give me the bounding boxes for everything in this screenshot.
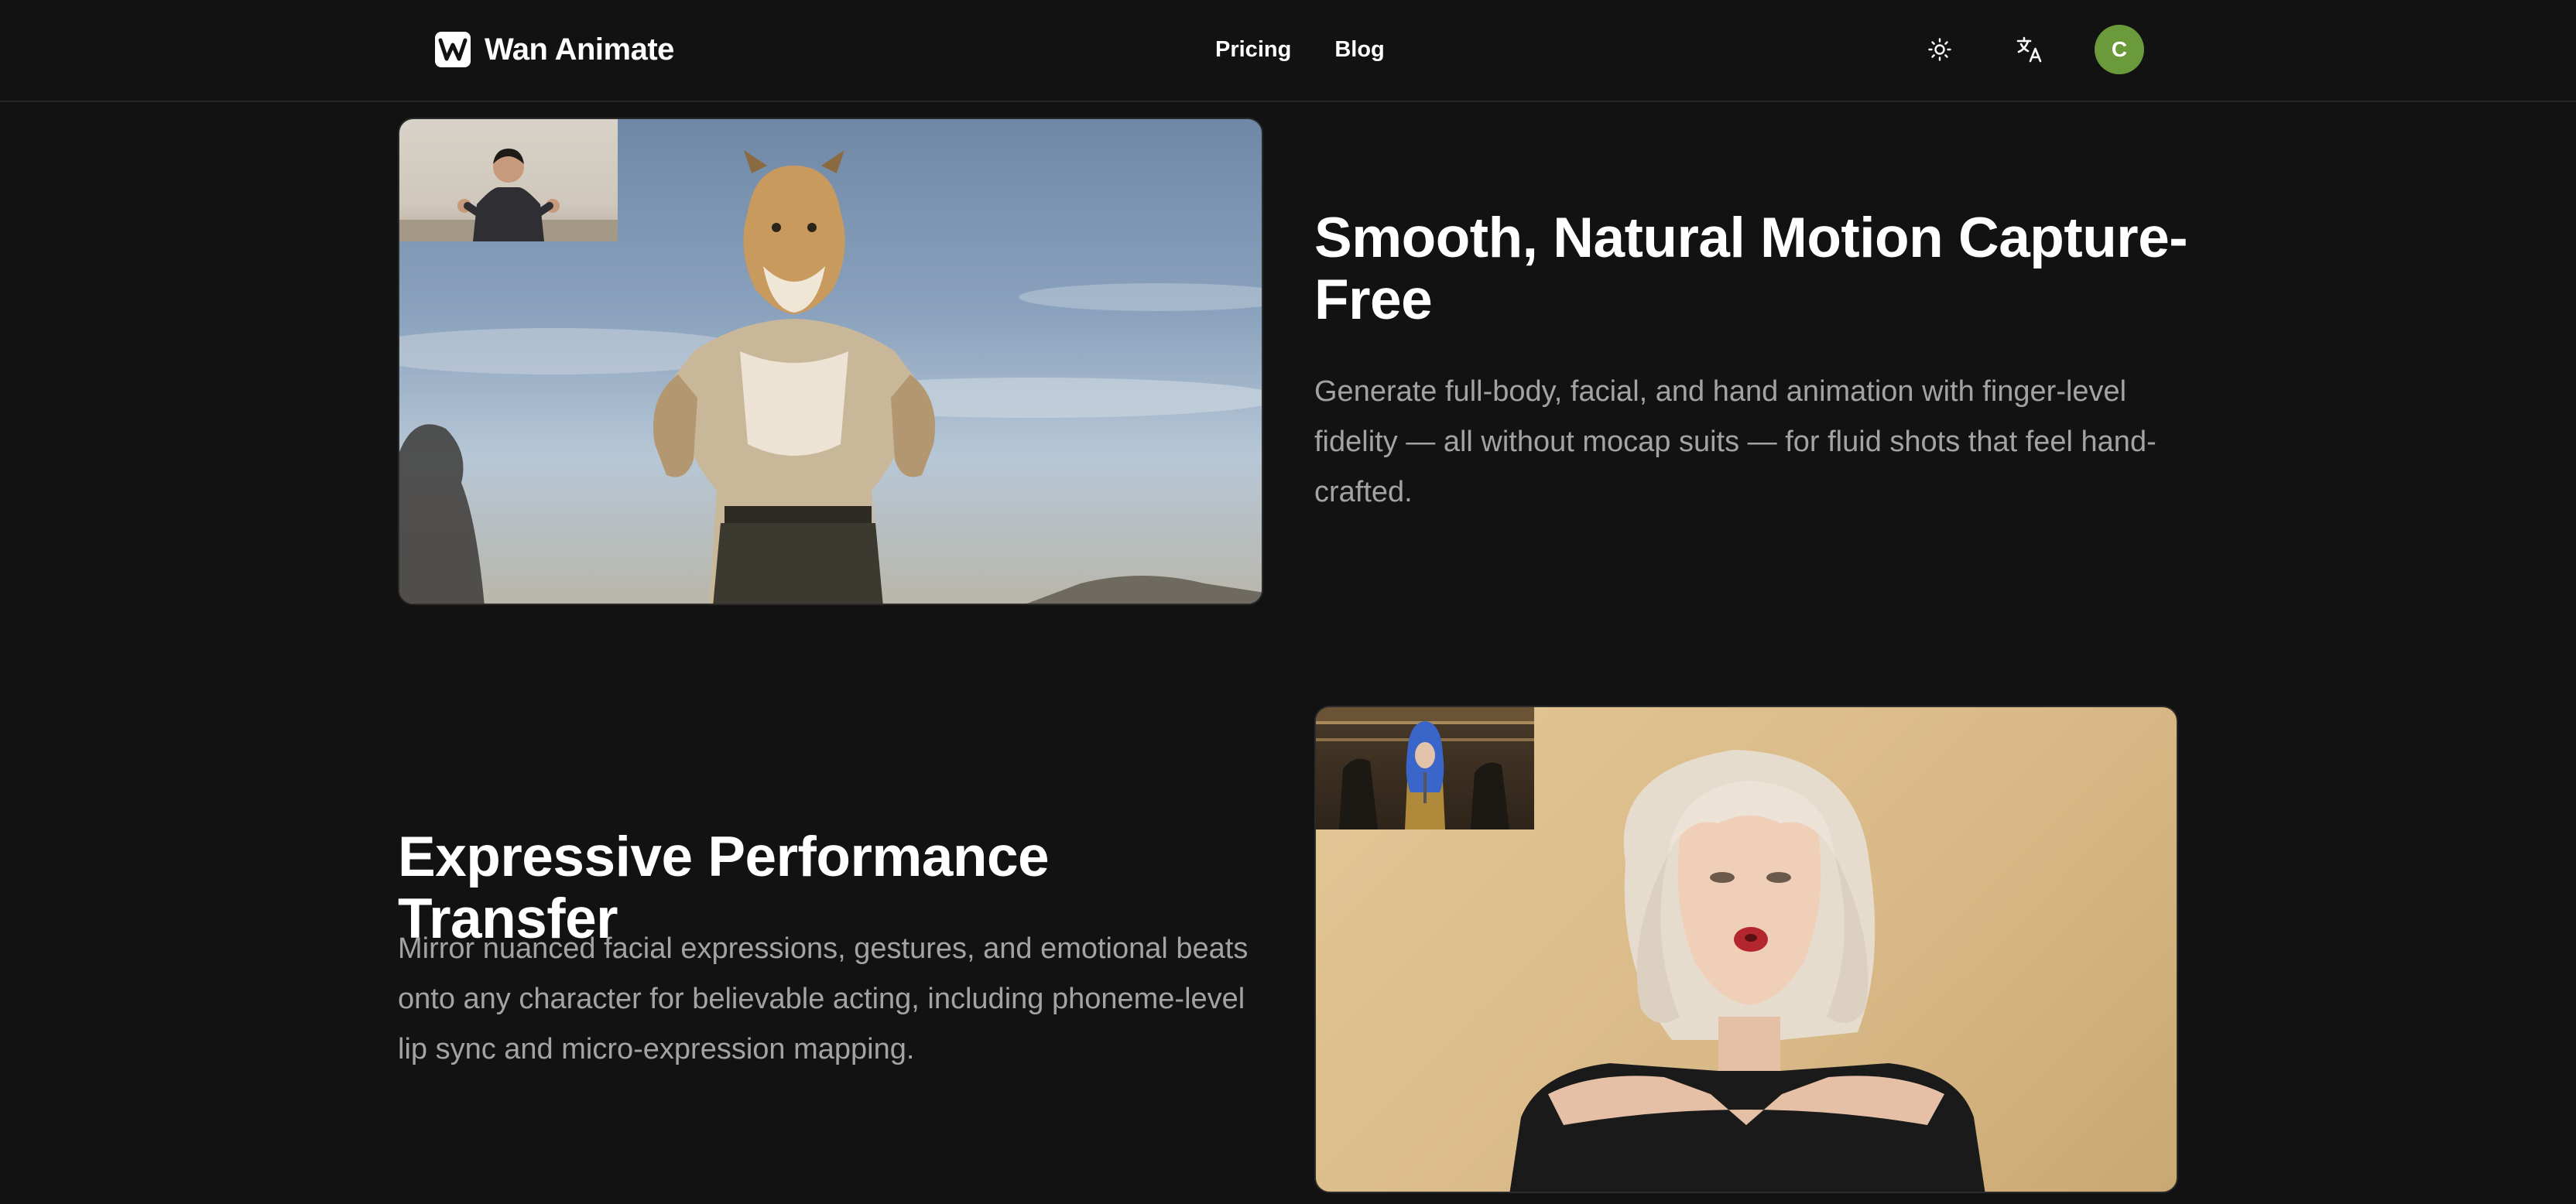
header-actions: C <box>1915 25 2144 74</box>
singer-reference-image <box>1316 707 1534 829</box>
source-video-thumbnail <box>1316 707 1534 829</box>
brand-name: Wan Animate <box>485 32 674 67</box>
feature-title-motion: Smooth, Natural Motion Capture-Free <box>1314 207 2188 331</box>
user-avatar-button[interactable]: C <box>2095 25 2144 74</box>
motion-demo-video[interactable] <box>398 118 1263 605</box>
nav-link-pricing[interactable]: Pricing <box>1215 34 1291 65</box>
language-switch-button[interactable] <box>2005 25 2054 74</box>
main-nav: Pricing Blog <box>1215 34 1385 65</box>
source-video-thumbnail <box>399 119 618 241</box>
brand-logo-link[interactable]: Wan Animate <box>435 32 674 67</box>
logo-mark-icon <box>435 32 471 67</box>
feature-description-motion: Generate full-body, facial, and hand ani… <box>1314 375 2156 508</box>
feature-description-performance: Mirror nuanced facial expressions, gestu… <box>398 932 1249 1065</box>
performance-demo-video[interactable] <box>1314 706 2178 1193</box>
person-reference-image <box>399 149 618 241</box>
sun-icon <box>1928 38 1951 61</box>
theme-toggle-button[interactable] <box>1915 25 1965 74</box>
translate-icon <box>2016 36 2042 63</box>
top-navigation-bar: Wan Animate Pricing Blog C <box>0 0 2576 102</box>
nav-link-blog[interactable]: Blog <box>1334 34 1384 65</box>
